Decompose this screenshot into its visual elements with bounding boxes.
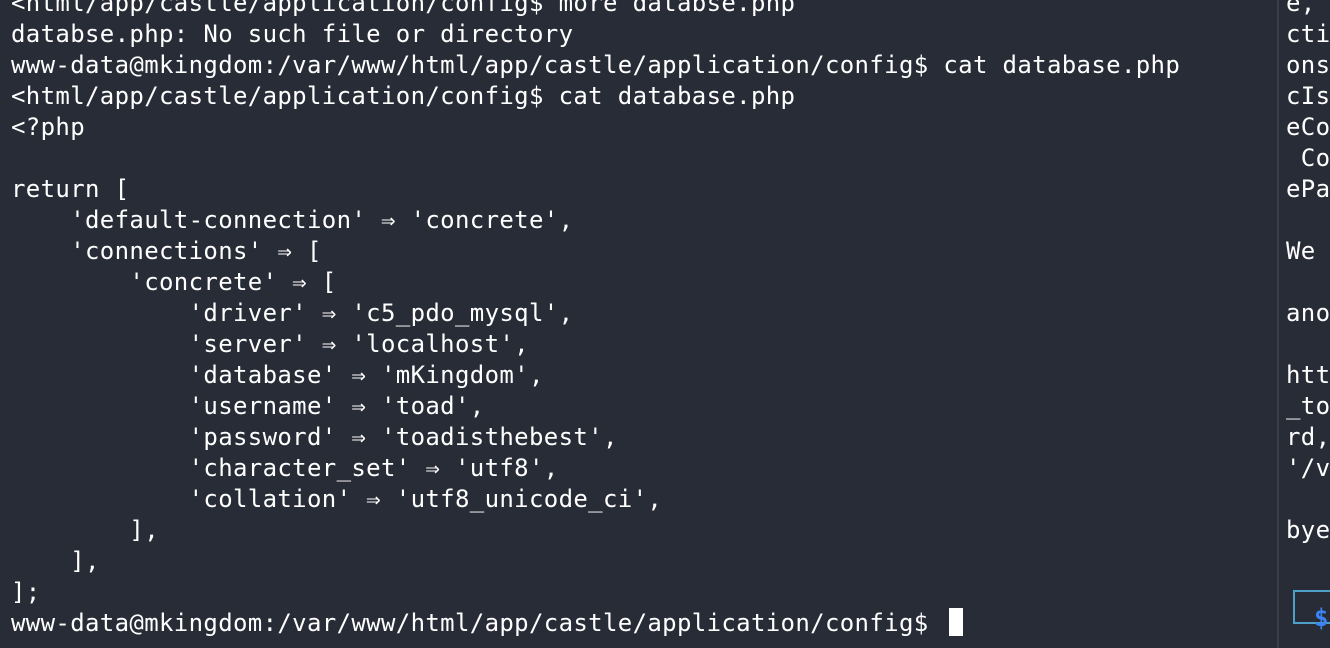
terminal-line: 'password' ⇒ 'toadisthebest',	[11, 423, 618, 451]
terminal-line: '/v	[1286, 454, 1330, 482]
terminal-line: _to	[1286, 392, 1330, 420]
terminal-output: <html/app/castle/application/config$ mor…	[11, 0, 1180, 639]
terminal-prompt: www-data@mkingdom:/var/www/html/app/cast…	[11, 609, 944, 637]
terminal-line: 'concrete' ⇒ [	[11, 268, 337, 296]
terminal-left-pane[interactable]: <html/app/castle/application/config$ mor…	[0, 0, 1277, 648]
terminal-prompt-line[interactable]: www-data@mkingdom:/var/www/html/app/cast…	[11, 608, 1180, 639]
terminal-line: <html/app/castle/application/config$ mor…	[11, 0, 796, 17]
terminal-line: 'driver' ⇒ 'c5_pdo_mysql',	[11, 299, 574, 327]
terminal-line: bye	[1286, 516, 1330, 544]
terminal-line: ],	[11, 516, 159, 544]
terminal-line: ePa	[1286, 175, 1330, 203]
terminal-line: rd,	[1286, 423, 1330, 451]
text-cursor	[949, 608, 964, 636]
terminal-line: 'character_set' ⇒ 'utf8',	[11, 454, 559, 482]
terminal-line: 'username' ⇒ 'toad',	[11, 392, 485, 420]
terminal-line: 'server' ⇒ 'localhost',	[11, 330, 529, 358]
terminal-line: Co	[1286, 144, 1330, 172]
terminal-line: databse.php: No such file or directory	[11, 20, 574, 48]
terminal-line: ],	[11, 547, 100, 575]
terminal-line: eCo	[1286, 113, 1330, 141]
terminal-line: e,	[1286, 0, 1316, 17]
terminal-line: cti	[1286, 20, 1330, 48]
terminal-line: We	[1286, 237, 1330, 265]
terminal-output-right: e, cti ons cIs eCo Co ePa We ano htt _to…	[1286, 0, 1330, 546]
terminal-line: www-data@mkingdom:/var/www/html/app/cast…	[11, 51, 1181, 79]
terminal-line: ons	[1286, 51, 1330, 79]
terminal-line: htt	[1286, 361, 1330, 389]
terminal-line: ano	[1286, 299, 1330, 327]
terminal-line: return [	[11, 175, 130, 203]
terminal-line: cIs	[1286, 82, 1330, 110]
terminal-line: 'collation' ⇒ 'utf8_unicode_ci',	[11, 485, 663, 513]
terminal-line: 'connections' ⇒ [	[11, 237, 322, 265]
terminal-line: ];	[11, 578, 41, 606]
terminal-line: <html/app/castle/application/config$ cat…	[11, 82, 796, 110]
terminal-line: 'default-connection' ⇒ 'concrete',	[11, 206, 574, 234]
terminal-right-pane[interactable]: e, cti ons cIs eCo Co ePa We ano htt _to…	[1281, 0, 1330, 648]
terminal-line: <?php	[11, 113, 85, 141]
pane-divider[interactable]	[1277, 0, 1279, 648]
terminal-line: 'database' ⇒ 'mKingdom',	[11, 361, 544, 389]
prompt-symbol: $	[1314, 604, 1329, 632]
